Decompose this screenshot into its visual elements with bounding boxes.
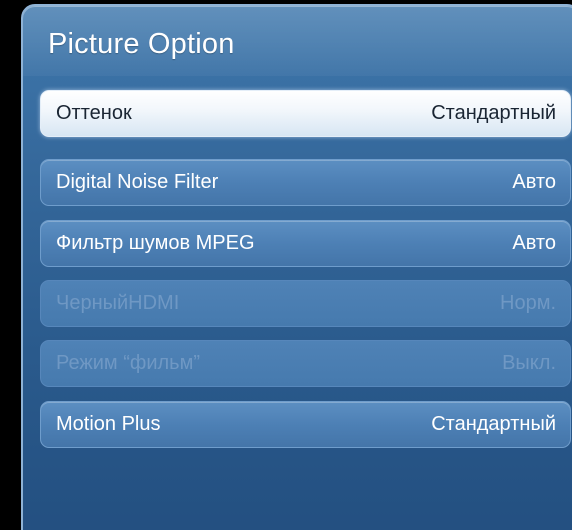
- menu-item-mpeg-noise-filter[interactable]: Фильтр шумов MPEG Авто: [40, 220, 571, 267]
- menu-item-value: Выкл.: [502, 352, 556, 374]
- menu-item-label: Оттенок: [56, 102, 132, 124]
- panel-title: Picture Option: [48, 28, 235, 60]
- menu-item-value: Авто: [512, 171, 556, 193]
- menu-item-label: Digital Noise Filter: [56, 171, 219, 193]
- menu-item-hdmi-black: ЧерныйHDMI Норм.: [40, 280, 571, 327]
- menu-item-film-mode: Режим “фильм” Выкл.: [40, 340, 571, 387]
- menu-item-value: Авто: [512, 232, 556, 254]
- menu-item-label: ЧерныйHDMI: [56, 292, 180, 314]
- menu-item-motion-plus[interactable]: Motion Plus Стандартный: [40, 401, 571, 448]
- menu-item-label: Фильтр шумов MPEG: [56, 232, 255, 254]
- menu-item-tint[interactable]: Оттенок Стандартный: [40, 90, 571, 137]
- picture-option-panel: Picture Option Оттенок Стандартный Digit…: [21, 4, 572, 530]
- menu-item-digital-noise-filter[interactable]: Digital Noise Filter Авто: [40, 159, 571, 206]
- menu-item-value: Стандартный: [431, 413, 556, 435]
- menu-item-value: Стандартный: [431, 102, 556, 124]
- menu-item-value: Норм.: [500, 292, 556, 314]
- menu-item-label: Режим “фильм”: [56, 352, 201, 374]
- menu-item-label: Motion Plus: [56, 413, 161, 435]
